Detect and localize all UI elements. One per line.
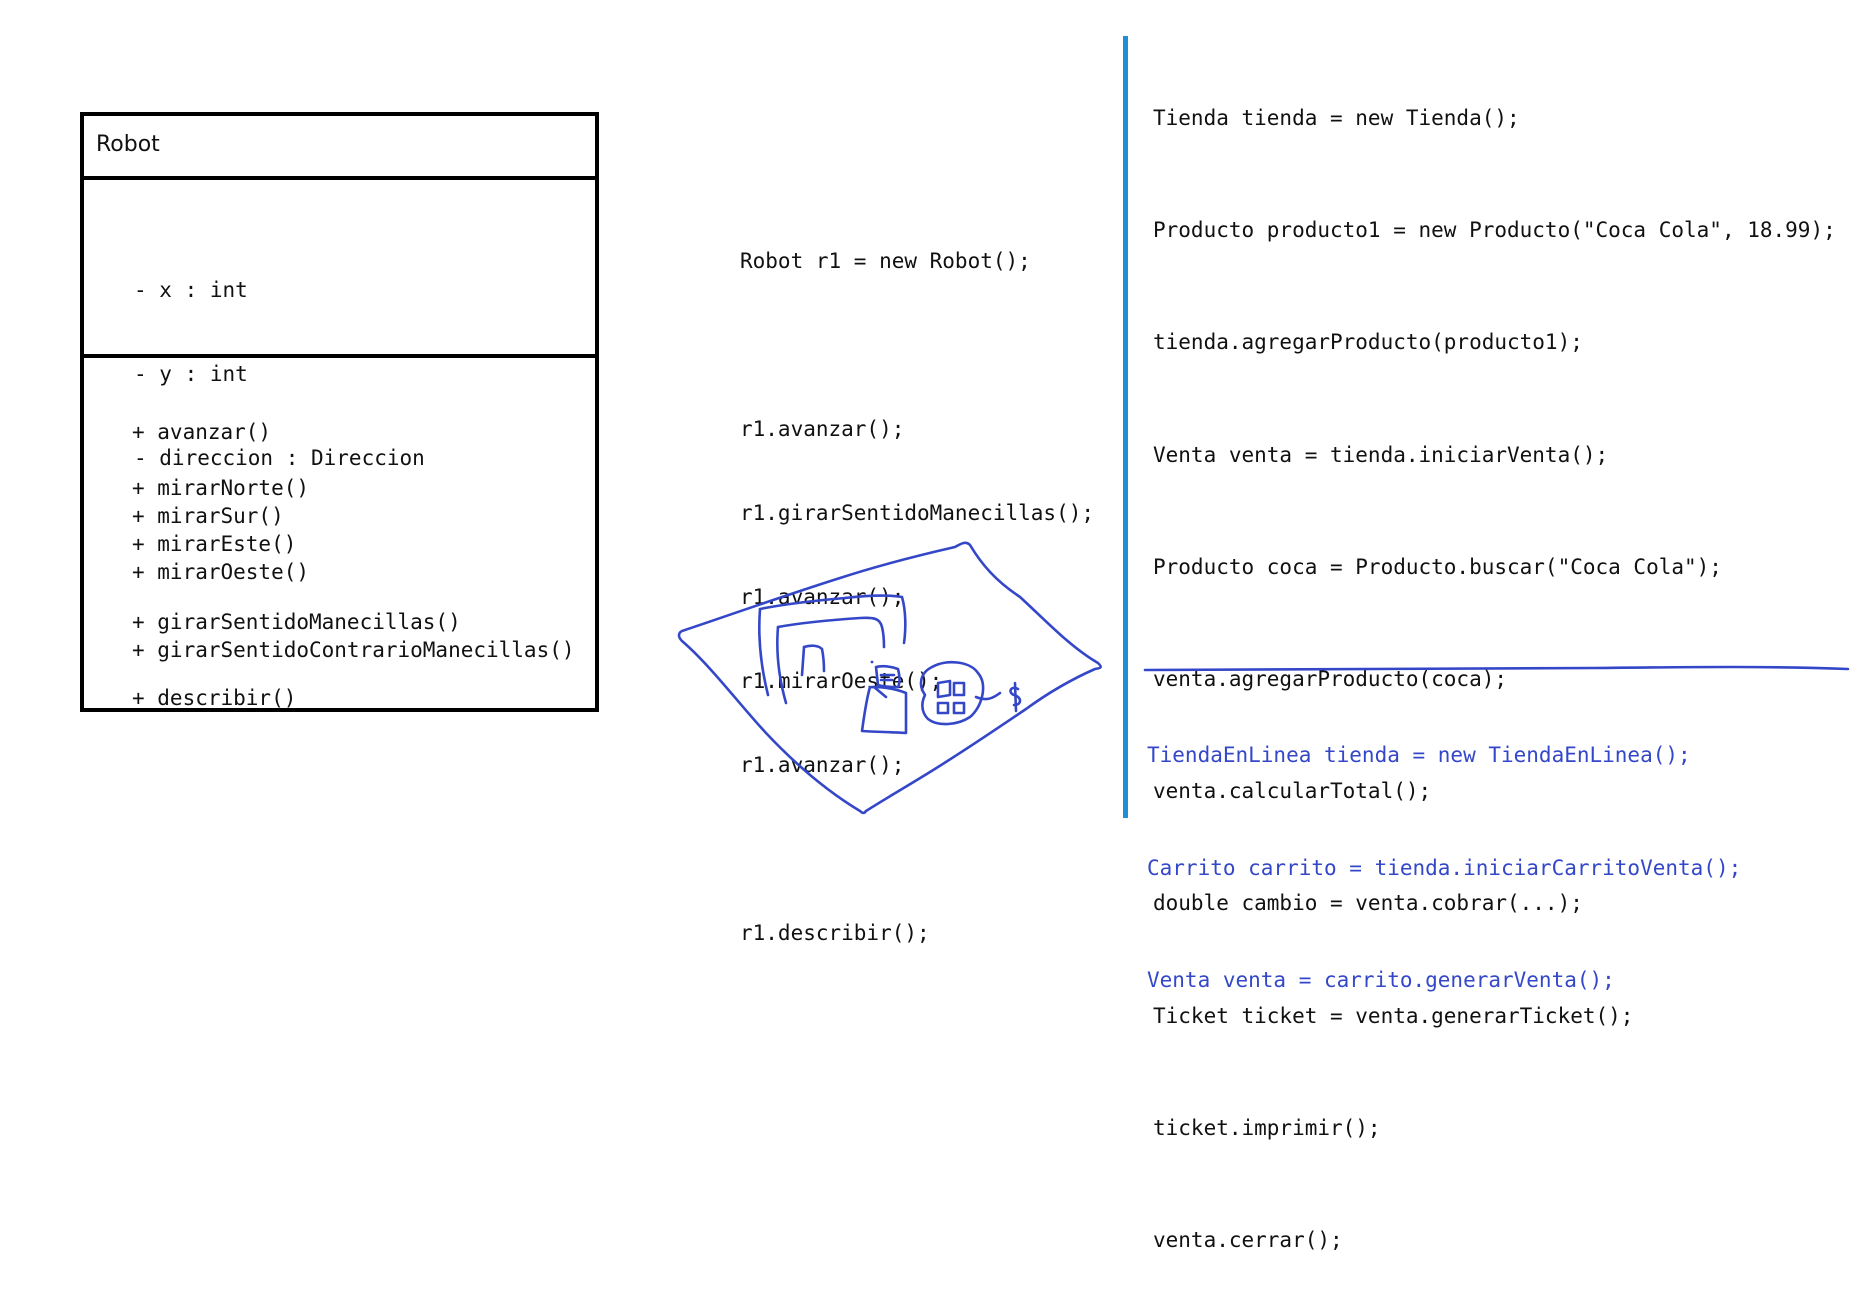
uml-operation: + girarSentidoContrarioManecillas(): [132, 638, 575, 662]
uml-operation: + mirarNorte(): [132, 476, 310, 500]
store-sketch-drawing: [677, 541, 1102, 815]
vertical-divider: [1123, 36, 1128, 818]
uml-operation: + mirarOeste(): [132, 560, 310, 584]
code-line: r1.describir();: [740, 921, 930, 945]
code-line: tienda.agregarProducto(producto1);: [1153, 330, 1583, 355]
code-line: Carrito carrito = tienda.iniciarCarritoV…: [1147, 855, 1742, 880]
tienda-code-block: Tienda tienda = new Tienda(); Producto p…: [1153, 48, 1836, 1310]
uml-class-name-compartment: Robot: [84, 116, 595, 180]
uml-attributes-compartment: - x : int - y : int - direccion : Direcc…: [84, 180, 595, 470]
code-line: Producto coca = Producto.buscar("Coca Co…: [1153, 554, 1722, 579]
uml-operations-compartment: + avanzar() + mirarNorte() + mirarSur() …: [84, 358, 595, 710]
uml-class-name: Robot: [96, 132, 160, 157]
code-line: Tienda tienda = new Tienda();: [1153, 106, 1520, 130]
code-line: TiendaEnLinea tienda = new TiendaEnLinea…: [1147, 743, 1691, 767]
uml-operation: + girarSentidoManecillas(): [132, 610, 461, 634]
code-line: r1.avanzar();: [740, 417, 905, 441]
code-line: Producto producto1 = new Producto("Coca …: [1153, 218, 1836, 243]
uml-operation: + describir(): [132, 686, 297, 710]
handdrawn-separator: [1143, 665, 1850, 672]
uml-class-box: Robot - x : int - y : int - direccion : …: [80, 112, 599, 712]
code-line: ticket.imprimir();: [1153, 1115, 1381, 1140]
code-line: r1.girarSentidoManecillas();: [740, 501, 1095, 525]
code-line: Venta venta = carrito.generarVenta();: [1147, 968, 1615, 992]
uml-operation: + mirarEste(): [132, 532, 297, 556]
code-line: Venta venta = tienda.iniciarVenta();: [1153, 442, 1609, 467]
code-line: venta.cerrar();: [1153, 1227, 1343, 1252]
online-code-block: TiendaEnLinea tienda = new TiendaEnLinea…: [1147, 685, 1741, 1051]
uml-operation: + mirarSur(): [132, 504, 284, 528]
uml-attribute: - x : int: [134, 278, 248, 302]
uml-operation: + avanzar(): [132, 420, 272, 444]
code-line: Robot r1 = new Robot();: [740, 249, 1031, 273]
